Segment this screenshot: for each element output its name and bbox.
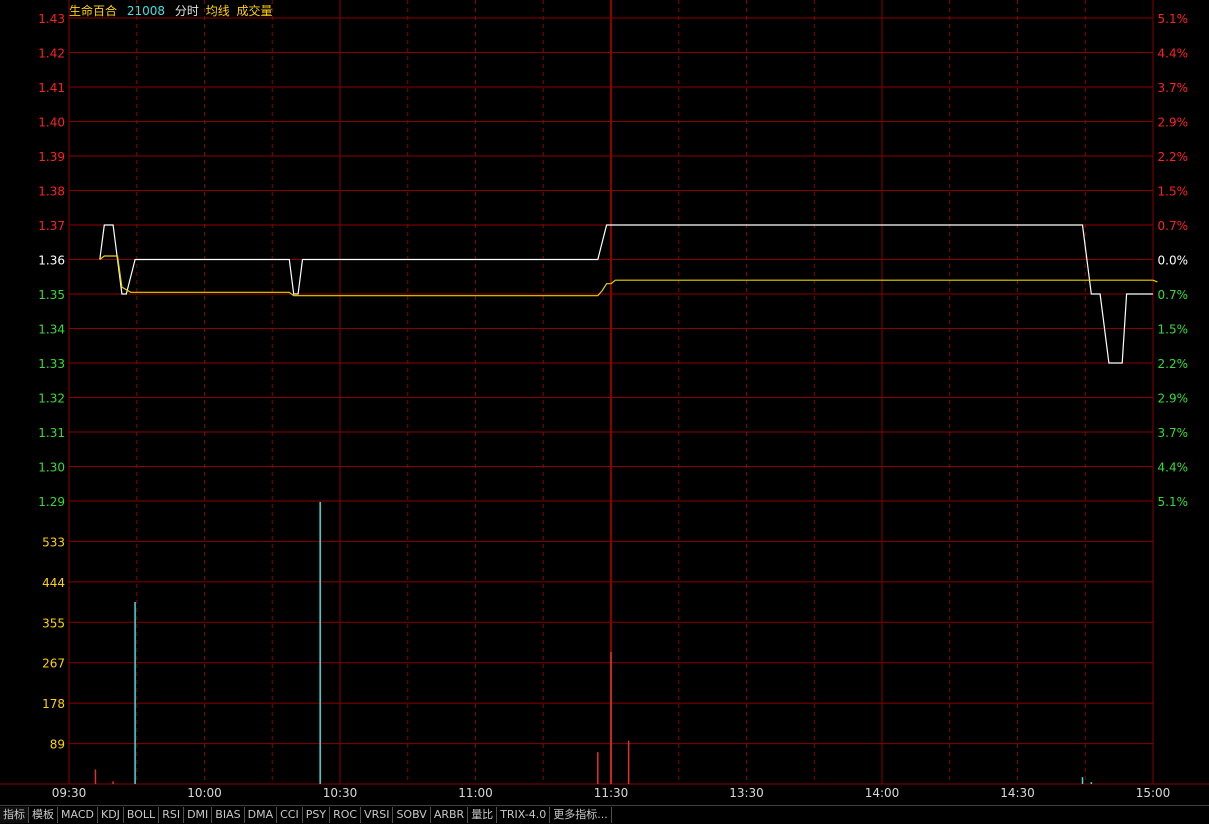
time-tick-label: 14:30: [1000, 786, 1035, 800]
tab-roc[interactable]: ROC: [330, 807, 362, 823]
tab-macd[interactable]: MACD: [58, 807, 98, 823]
price-tick-label: 1.35: [38, 288, 65, 302]
tab-psy[interactable]: PSY: [303, 807, 331, 823]
tab-dma[interactable]: DMA: [245, 807, 278, 823]
time-tick-label: 10:00: [187, 786, 222, 800]
pct-tick-label: 2.2%: [1158, 150, 1189, 164]
price-tick-label: 1.36: [38, 254, 65, 268]
pct-tick-label: 0.7%: [1158, 288, 1189, 302]
indicator-tab-bar: 指标 模板 MACD KDJ BOLL RSI DMI BIAS DMA CCI…: [0, 805, 1209, 824]
tab-boll[interactable]: BOLL: [124, 807, 160, 823]
tab-cci[interactable]: CCI: [277, 807, 303, 823]
indicator-label-time: 分时: [174, 4, 199, 18]
tab-arbr[interactable]: ARBR: [431, 807, 469, 823]
tab-vrsi[interactable]: VRSI: [361, 807, 394, 823]
tab-kdj[interactable]: KDJ: [98, 807, 124, 823]
price-tick-label: 1.34: [38, 323, 65, 337]
price-tick-label: 1.29: [38, 495, 65, 509]
pct-tick-label: 2.9%: [1158, 116, 1189, 130]
tab-sobv[interactable]: SOBV: [393, 807, 431, 823]
pct-tick-label: 1.5%: [1158, 185, 1189, 199]
pct-tick-label: 5.1%: [1158, 495, 1189, 509]
price-tick-label: 1.38: [38, 185, 65, 199]
time-tick-label: 11:00: [458, 786, 493, 800]
volume-tick-label: 178: [42, 697, 65, 711]
indicator-label-volume: 成交量: [236, 4, 273, 18]
price-tick-label: 1.43: [38, 12, 65, 26]
time-tick-label: 14:00: [865, 786, 900, 800]
time-tick-label: 15:00: [1136, 786, 1171, 800]
intraday-chart: 1.43 5.1% 1.42 4.4% 1.41 3.7% 1.40 2.9% 1.39 2.2%…: [0, 0, 1209, 800]
time-tick-label: 11:30: [594, 786, 629, 800]
pct-tick-label: 1.5%: [1158, 323, 1189, 337]
price-tick-label: 1.41: [38, 81, 65, 95]
average-line: [99, 255, 1158, 297]
volume-tick-label: 267: [42, 657, 65, 671]
pct-tick-label: 4.4%: [1158, 461, 1189, 475]
price-tick-label: 1.31: [38, 426, 65, 440]
tab-more-indicators[interactable]: 更多指标...: [550, 807, 612, 823]
price-tick-label: 1.42: [38, 47, 65, 61]
indicator-label-avg: 均线: [205, 4, 230, 18]
pct-tick-label: 2.2%: [1158, 357, 1189, 371]
tab-indicators[interactable]: 指标: [0, 807, 29, 823]
time-tick-label: 13:30: [729, 786, 764, 800]
tab-templates[interactable]: 模板: [29, 807, 58, 823]
tab-rsi[interactable]: RSI: [159, 807, 185, 823]
volume-tick-label: 533: [42, 535, 65, 549]
price-tick-label: 1.40: [38, 116, 65, 130]
pct-tick-label: 2.9%: [1158, 392, 1189, 406]
time-tick-label: 09:30: [52, 786, 87, 800]
volume-tick-label: 444: [42, 576, 65, 590]
chart-header: 生命百合 21008 分时 均线 成交量: [69, 2, 279, 19]
price-tick-label: 1.37: [38, 219, 65, 233]
pct-tick-label: 3.7%: [1158, 426, 1189, 440]
pct-tick-label: 4.4%: [1158, 47, 1189, 61]
stock-name: 生命百合: [69, 4, 118, 18]
tab-volume-ratio[interactable]: 量比: [468, 807, 498, 823]
volume-tick-label: 89: [50, 738, 65, 752]
tab-trix[interactable]: TRIX-4.0: [497, 807, 551, 823]
pct-tick-label: 0.7%: [1158, 219, 1189, 233]
tab-bias[interactable]: BIAS: [212, 807, 245, 823]
price-tick-label: 1.33: [38, 357, 65, 371]
volume-tick-label: 355: [42, 616, 65, 630]
tab-dmi[interactable]: DMI: [184, 807, 213, 823]
pct-tick-label: 5.1%: [1158, 12, 1189, 26]
time-tick-label: 10:30: [323, 786, 358, 800]
stock-code: 21008: [126, 4, 166, 18]
pct-tick-label: 3.7%: [1158, 81, 1189, 95]
price-tick-label: 1.32: [38, 392, 65, 406]
price-tick-label: 1.30: [38, 461, 65, 475]
pct-tick-label: 0.0%: [1158, 254, 1189, 268]
price-tick-label: 1.39: [38, 150, 65, 164]
